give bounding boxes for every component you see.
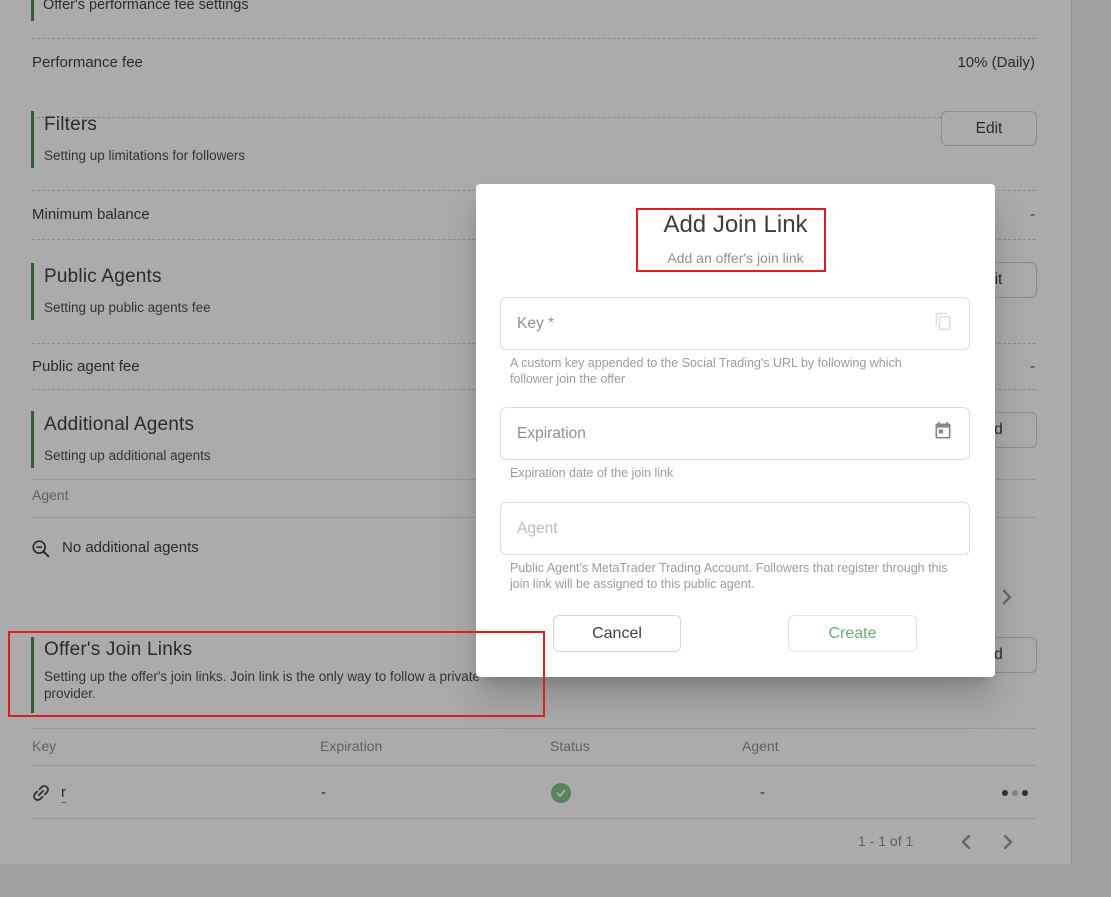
expiration-field-helper: Expiration date of the join link [510, 466, 674, 480]
agent-field[interactable] [500, 502, 970, 555]
create-button[interactable]: Create [788, 615, 917, 652]
key-field[interactable]: Key * [500, 297, 970, 350]
copy-icon[interactable] [934, 311, 953, 337]
annotation-box-join-links-section [8, 631, 545, 717]
key-field-label: Key * [517, 314, 555, 332]
annotation-box-dialog-title [636, 208, 826, 272]
agent-input[interactable] [517, 519, 953, 538]
agent-field-helper: Public Agent's MetaTrader Trading Accoun… [510, 561, 948, 591]
key-field-helper: A custom key appended to the Social Trad… [510, 356, 902, 386]
calendar-icon[interactable] [933, 421, 953, 446]
expiration-field[interactable]: Expiration [500, 407, 970, 460]
expiration-field-label: Expiration [517, 424, 586, 442]
cancel-button[interactable]: Cancel [553, 615, 681, 652]
